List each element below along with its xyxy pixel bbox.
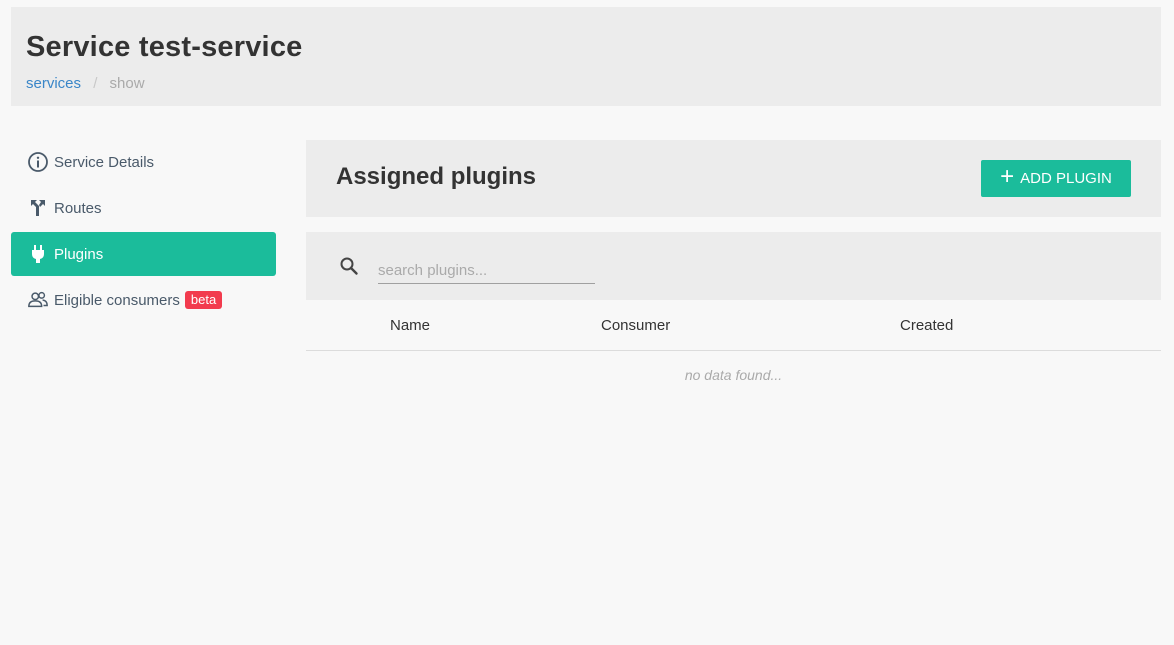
sidebar-item-routes[interactable]: Routes (11, 186, 276, 230)
sidebar-item-label: Service Details (54, 153, 155, 171)
breadcrumb-separator: / (93, 75, 98, 92)
sidebar-item-label: Eligible consumers (54, 291, 180, 309)
table-header: Name Consumer Created (306, 300, 1161, 351)
beta-badge: beta (184, 291, 223, 309)
search-bar (306, 232, 1161, 300)
empty-table-message: no data found... (684, 367, 783, 383)
breadcrumb-services-link[interactable]: services (26, 75, 81, 92)
users-icon (27, 289, 49, 311)
column-header-created[interactable]: Created (900, 317, 953, 334)
sidebar-item-eligible-consumers[interactable]: Eligible consumers beta (11, 278, 276, 322)
plugins-header: Assigned plugins + ADD PLUGIN (306, 140, 1161, 217)
add-plugin-label: ADD PLUGIN (1020, 170, 1112, 187)
page-header: Service test-service services / show (11, 7, 1161, 106)
routes-icon (27, 197, 49, 219)
plug-icon (27, 243, 49, 265)
column-header-name[interactable]: Name (390, 317, 430, 334)
page-title: Service test-service (26, 31, 303, 63)
sidebar-item-label: Routes (54, 199, 102, 217)
sidebar-item-plugins[interactable]: Plugins (11, 232, 276, 276)
breadcrumb: services / show (26, 75, 145, 92)
search-input[interactable] (378, 254, 595, 284)
search-icon (339, 256, 359, 281)
section-title: Assigned plugins (336, 163, 537, 190)
info-icon (27, 151, 49, 173)
breadcrumb-current: show (109, 75, 145, 92)
plus-icon: + (1000, 163, 1015, 190)
plugins-panel: Assigned plugins + ADD PLUGIN Name Consu… (306, 140, 1161, 383)
column-header-consumer[interactable]: Consumer (601, 317, 670, 334)
sidebar: Service Details Routes Plugins Eligible … (11, 140, 276, 324)
add-plugin-button[interactable]: + ADD PLUGIN (981, 160, 1131, 197)
sidebar-item-service-details[interactable]: Service Details (11, 140, 276, 184)
sidebar-item-label: Plugins (54, 245, 104, 263)
